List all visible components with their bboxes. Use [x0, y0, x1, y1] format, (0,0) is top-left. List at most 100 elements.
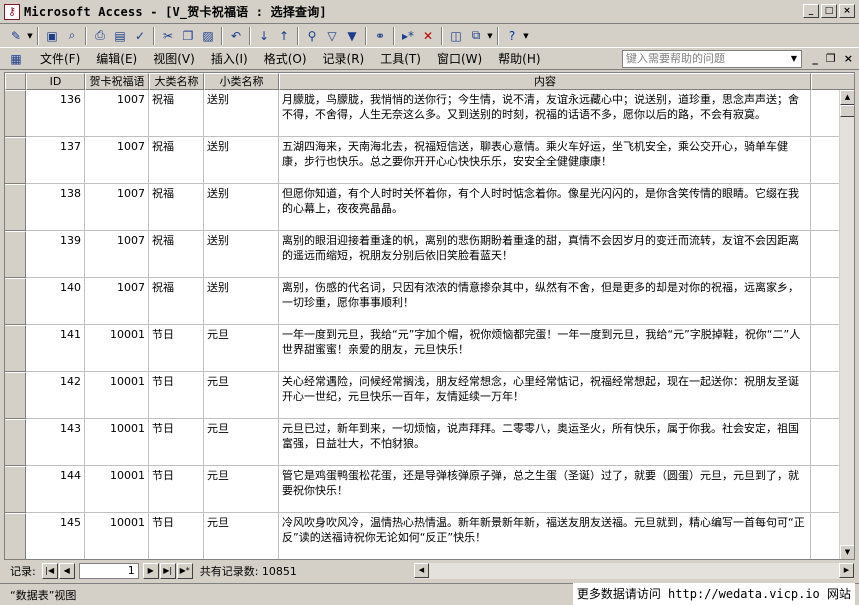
prev-record-button[interactable]: ◀: [58, 563, 75, 579]
cell-id[interactable]: 140: [26, 278, 85, 325]
cell-content[interactable]: 离别的眼泪迎接着重逢的帆，离别的悲伤期盼着重逢的甜，真情不会因岁月的变迁而流转，…: [279, 231, 811, 278]
close-button[interactable]: ×: [839, 4, 855, 18]
scroll-left-icon[interactable]: ◀: [414, 563, 429, 578]
view-dropdown-icon[interactable]: ▼: [26, 26, 34, 46]
cell-xlmc[interactable]: 元旦: [204, 325, 279, 372]
toolbar-options-icon[interactable]: ▼: [522, 26, 530, 46]
horizontal-scrollbar[interactable]: ◀ ▶: [414, 563, 854, 579]
apply-filter-icon[interactable]: ▼: [342, 26, 362, 46]
print-preview-icon[interactable]: ▤: [110, 26, 130, 46]
record-selector[interactable]: [5, 137, 26, 184]
cell-id[interactable]: 138: [26, 184, 85, 231]
cell-id[interactable]: 142: [26, 372, 85, 419]
cell-dlmc[interactable]: 节日: [149, 419, 204, 466]
cell-dlmc[interactable]: 节日: [149, 466, 204, 513]
cell-id[interactable]: 139: [26, 231, 85, 278]
cell-content[interactable]: 关心经常遇险，问候经常搁浅，朋友经常想念，心里经常惦记，祝福经常想起，现在一起送…: [279, 372, 811, 419]
cell-id[interactable]: 137: [26, 137, 85, 184]
cell-content[interactable]: 一年一度到元旦，我给“元”字加个帽，祝你烦恼都完蛋！一年一度到元旦，我给“元”字…: [279, 325, 811, 372]
table-row[interactable]: 140 1007 祝福 送别 离别，伤感的代名词，只因有浓浓的情意掺杂其中，纵然有不舍，…: [5, 278, 841, 325]
doc-restore-button[interactable]: ❐: [826, 52, 836, 65]
cell-xlmc[interactable]: 送别: [204, 278, 279, 325]
record-selector[interactable]: [5, 513, 26, 559]
cell-dlmc[interactable]: 祝福: [149, 90, 204, 137]
cell-hkzfy[interactable]: 1007: [85, 90, 149, 137]
record-selector[interactable]: [5, 90, 26, 137]
cell-hkzfy[interactable]: 1007: [85, 184, 149, 231]
menu-tools[interactable]: 工具(T): [372, 50, 429, 67]
cell-xlmc[interactable]: 元旦: [204, 419, 279, 466]
column-header-hkzfy[interactable]: 贺卡祝福语: [85, 73, 149, 90]
cell-hkzfy[interactable]: 1007: [85, 278, 149, 325]
undo-icon[interactable]: ↶: [226, 26, 246, 46]
help-icon[interactable]: ?: [502, 26, 522, 46]
record-selector[interactable]: [5, 372, 26, 419]
scroll-up-icon[interactable]: ▲: [840, 90, 854, 105]
menu-help[interactable]: 帮助(H): [490, 50, 548, 67]
copy-icon[interactable]: ❐: [178, 26, 198, 46]
new-record-button[interactable]: ▶*: [176, 563, 193, 579]
cell-dlmc[interactable]: 节日: [149, 513, 204, 559]
database-window-icon[interactable]: ◫: [446, 26, 466, 46]
table-row[interactable]: 139 1007 祝福 送别 离别的眼泪迎接着重逢的帆，离别的悲伤期盼着重逢的甜，真情不…: [5, 231, 841, 278]
help-question-input[interactable]: 键入需要帮助的问题 ▼: [622, 50, 802, 68]
maximize-button[interactable]: □: [821, 4, 837, 18]
menu-window[interactable]: 窗口(W): [429, 50, 490, 67]
table-row[interactable]: 144 10001 节日 元旦 管它是鸡蛋鸭蛋松花蛋，还是导弹核弹原子弹，总之生蛋（圣诞…: [5, 466, 841, 513]
scroll-right-icon[interactable]: ▶: [839, 563, 854, 578]
menu-insert[interactable]: 插入(I): [203, 50, 256, 67]
find-icon[interactable]: ⚭: [370, 26, 390, 46]
cell-content[interactable]: 离别，伤感的代名词，只因有浓浓的情意掺杂其中，纵然有不舍，但是更多的却是对你的祝…: [279, 278, 811, 325]
select-all-corner[interactable]: [5, 73, 26, 90]
print-icon[interactable]: ⎙: [90, 26, 110, 46]
cut-icon[interactable]: ✂: [158, 26, 178, 46]
paste-icon[interactable]: ▨: [198, 26, 218, 46]
new-object-dropdown-icon[interactable]: ▼: [486, 26, 494, 46]
cell-hkzfy[interactable]: 1007: [85, 137, 149, 184]
record-selector[interactable]: [5, 278, 26, 325]
column-header-dlmc[interactable]: 大类名称: [149, 73, 204, 90]
cell-dlmc[interactable]: 节日: [149, 372, 204, 419]
table-row[interactable]: 143 10001 节日 元旦 元旦已过，新年到来，一切烦恼，说声拜拜。二零零八，奥运圣…: [5, 419, 841, 466]
chevron-down-icon[interactable]: ▼: [791, 51, 797, 67]
doc-close-button[interactable]: ×: [844, 52, 853, 65]
record-selector[interactable]: [5, 325, 26, 372]
cell-xlmc[interactable]: 元旦: [204, 466, 279, 513]
cell-content[interactable]: 管它是鸡蛋鸭蛋松花蛋，还是导弹核弹原子弹，总之生蛋（圣诞）过了，就要（圆蛋）元旦…: [279, 466, 811, 513]
current-record-input[interactable]: 1: [78, 563, 139, 579]
table-row[interactable]: 136 1007 祝福 送别 月朦胧，鸟朦胧，我悄悄的送你行；今生情，说不清，友谊永远藏…: [5, 90, 841, 137]
cell-content[interactable]: 月朦胧，鸟朦胧，我悄悄的送你行；今生情，说不清，友谊永远藏心中；说送别，道珍重，…: [279, 90, 811, 137]
record-selector[interactable]: [5, 419, 26, 466]
scroll-down-icon[interactable]: ▼: [840, 545, 854, 559]
new-object-icon[interactable]: ⧉: [466, 26, 486, 46]
menu-edit[interactable]: 编辑(E): [88, 50, 145, 67]
vertical-scrollbar[interactable]: ▲ ▼: [839, 90, 854, 559]
cell-hkzfy[interactable]: 1007: [85, 231, 149, 278]
cell-dlmc[interactable]: 祝福: [149, 184, 204, 231]
cell-xlmc[interactable]: 送别: [204, 184, 279, 231]
cell-hkzfy[interactable]: 10001: [85, 513, 149, 559]
sort-asc-icon[interactable]: ↓: [254, 26, 274, 46]
table-row[interactable]: 138 1007 祝福 送别 但愿你知道，有个人时时关怀着你，有个人时时惦念着你。像星光…: [5, 184, 841, 231]
doc-minimize-button[interactable]: _: [812, 52, 818, 65]
cell-content[interactable]: 但愿你知道，有个人时时关怀着你，有个人时时惦念着你。像星光闪闪的，是你含笑传情的…: [279, 184, 811, 231]
cell-dlmc[interactable]: 祝福: [149, 231, 204, 278]
table-row[interactable]: 145 10001 节日 元旦 冷风吹身吹风冷，温情热心热情温。新年新景新年新，福送友朋…: [5, 513, 841, 559]
cell-id[interactable]: 141: [26, 325, 85, 372]
cell-content[interactable]: 五湖四海来，天南海北去，祝福短信送，聊表心意情。乘火车好运，坐飞机安全，乘公交开…: [279, 137, 811, 184]
cell-xlmc[interactable]: 元旦: [204, 513, 279, 559]
cell-hkzfy[interactable]: 10001: [85, 325, 149, 372]
first-record-button[interactable]: |◀: [41, 563, 58, 579]
cell-dlmc[interactable]: 祝福: [149, 278, 204, 325]
cell-hkzfy[interactable]: 10001: [85, 372, 149, 419]
menu-file[interactable]: 文件(F): [32, 50, 88, 67]
spell-icon[interactable]: ✓: [130, 26, 150, 46]
cell-content[interactable]: 元旦已过，新年到来，一切烦恼，说声拜拜。二零零八，奥运圣火，所有快乐，属于你我。…: [279, 419, 811, 466]
delete-record-icon[interactable]: ✕: [418, 26, 438, 46]
cell-hkzfy[interactable]: 10001: [85, 419, 149, 466]
menu-view[interactable]: 视图(V): [145, 50, 203, 67]
cell-id[interactable]: 145: [26, 513, 85, 559]
table-row[interactable]: 141 10001 节日 元旦 一年一度到元旦，我给“元”字加个帽，祝你烦恼都完蛋！一年…: [5, 325, 841, 372]
search-icon[interactable]: ⌕: [62, 26, 82, 46]
next-record-button[interactable]: ▶: [142, 563, 159, 579]
